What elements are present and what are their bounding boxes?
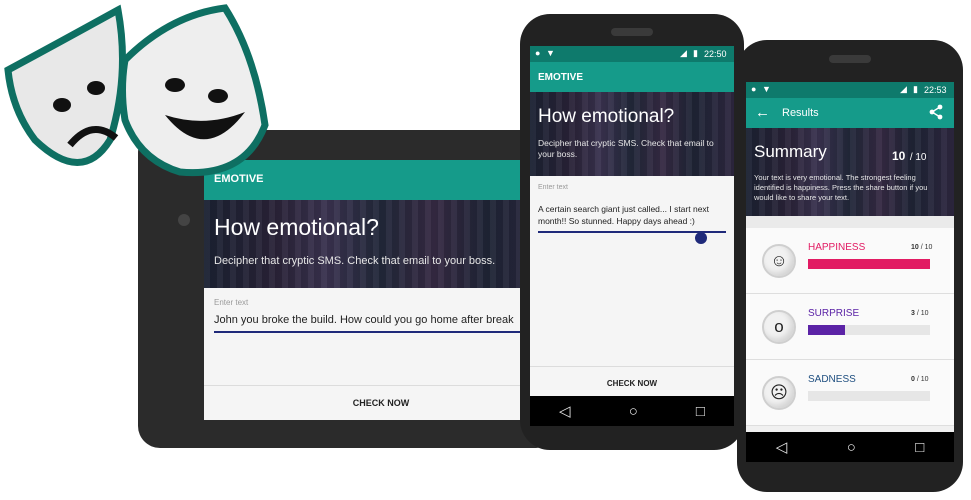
hero-banner: How emotional? Decipher that cryptic SMS… <box>530 92 734 176</box>
emotion-score: 3 / 10 <box>911 310 929 317</box>
recent-apps-icon[interactable]: □ <box>915 440 924 455</box>
hero-title: How emotional? <box>214 214 379 240</box>
results-toolbar: ← Results <box>746 98 954 128</box>
phone1-screen: ● ▼ ◢ ▮ 22:50 EMOTIVE How emotional? Dec… <box>530 46 734 426</box>
back-icon[interactable]: ◁ <box>559 404 571 419</box>
field-label: Enter text <box>214 298 249 307</box>
cursor-handle[interactable] <box>695 232 707 244</box>
app-bar: EMOTIVE <box>530 62 734 92</box>
signal-icon: ◢ <box>900 84 907 94</box>
status-time: 22:53 <box>924 85 947 95</box>
result-row: o SURPRISE 3 / 10 <box>746 294 954 360</box>
field-label: Enter text <box>538 184 568 191</box>
emotion-face-icon: ☹ <box>762 376 796 410</box>
results-card-gap <box>746 216 954 228</box>
recent-apps-icon[interactable]: □ <box>696 404 705 419</box>
hero-subtitle: Decipher that cryptic SMS. Check that em… <box>214 255 496 267</box>
results-list: ☺ HAPPINESS 10 / 10 o SURPRISE 3 / 10 ☹ … <box>746 216 954 432</box>
hero-title: How emotional? <box>538 106 675 127</box>
score-number: 10 <box>892 149 906 163</box>
emotion-bar-track <box>808 391 930 401</box>
phone-results-device: ● ▼ ◢ ▮ 22:53 ← Results Summary 10 / 10 … <box>737 40 963 492</box>
app-notification-icon: ● <box>535 48 541 58</box>
emotion-label: HAPPINESS <box>808 242 866 253</box>
download-icon: ▼ <box>546 48 555 58</box>
app-notification-icon: ● <box>751 84 757 94</box>
emotion-face-icon: ☺ <box>762 244 796 278</box>
back-icon[interactable]: ◁ <box>776 440 788 455</box>
home-icon[interactable]: ○ <box>847 440 856 455</box>
divider <box>204 385 558 386</box>
score-value: 10 / 10 <box>892 147 927 165</box>
back-arrow-icon[interactable]: ← <box>755 104 770 121</box>
result-row: ☺ HAPPINESS 10 / 10 <box>746 228 954 294</box>
speaker-grille <box>611 28 653 36</box>
battery-icon: ▮ <box>913 84 918 94</box>
system-nav-bar: ◁ ○ □ <box>530 396 734 426</box>
app-title: EMOTIVE <box>538 72 584 83</box>
toolbar-title: Results <box>782 107 819 119</box>
summary-banner: Summary 10 / 10 Your text is very emotio… <box>746 128 954 216</box>
system-nav-bar: ◁ ○ □ <box>746 432 954 462</box>
emotion-score: 10 / 10 <box>911 244 933 251</box>
speaker-grille <box>829 55 871 63</box>
status-time: 22:50 <box>704 49 727 59</box>
signal-icon: ◢ <box>680 48 687 58</box>
share-icon[interactable] <box>928 104 944 125</box>
emotion-face-icon: o <box>762 310 796 344</box>
battery-icon: ▮ <box>693 48 698 58</box>
emotion-label: SADNESS <box>808 374 856 385</box>
emotion-bar-fill <box>808 325 845 335</box>
phone2-screen: ● ▼ ◢ ▮ 22:53 ← Results Summary 10 / 10 … <box>746 82 954 462</box>
result-row: ☹ SADNESS 0 / 10 <box>746 360 954 426</box>
check-now-button[interactable]: CHECK NOW <box>530 379 734 388</box>
text-input[interactable]: A certain search giant just called... I … <box>538 203 718 227</box>
check-now-button[interactable]: CHECK NOW <box>204 398 558 408</box>
summary-title: Summary <box>754 142 827 161</box>
input-underline <box>214 331 558 333</box>
hero-banner: How emotional? Decipher that cryptic SMS… <box>204 200 558 288</box>
status-bar: ● ▼ ◢ ▮ 22:50 <box>530 46 734 62</box>
summary-text: Your text is very emotional. The stronge… <box>754 173 928 202</box>
hero-subtitle: Decipher that cryptic SMS. Check that em… <box>538 138 714 159</box>
home-icon[interactable]: ○ <box>629 404 638 419</box>
score-max: / 10 <box>909 152 927 163</box>
divider <box>530 366 734 367</box>
status-bar: ● ▼ ◢ ▮ 22:53 <box>746 82 954 98</box>
tablet-screen: EMOTIVE How emotional? Decipher that cry… <box>204 160 558 420</box>
emotion-score: 0 / 10 <box>911 376 929 383</box>
text-input[interactable]: John you broke the build. How could you … <box>214 314 514 326</box>
tablet-camera <box>178 214 190 226</box>
emotion-bar-fill <box>808 259 930 269</box>
theatre-masks-logo <box>0 0 270 185</box>
download-icon: ▼ <box>762 84 771 94</box>
phone-input-device: ● ▼ ◢ ▮ 22:50 EMOTIVE How emotional? Dec… <box>520 14 744 450</box>
emotion-label: SURPRISE <box>808 308 860 319</box>
